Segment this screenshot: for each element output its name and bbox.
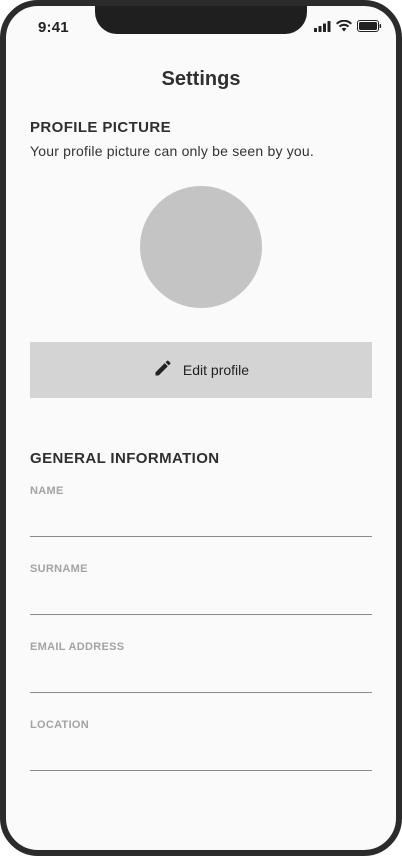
general-information-heading: GENERAL INFORMATION	[30, 450, 220, 467]
email-input[interactable]	[30, 657, 372, 693]
edit-profile-label: Edit profile	[182, 362, 250, 378]
battery-icon	[357, 20, 382, 32]
profile-picture-description: Your profile picture can only be seen by…	[30, 143, 314, 159]
pencil-icon	[153, 358, 173, 383]
page-title: Settings	[161, 68, 241, 90]
signal-icon	[314, 20, 331, 32]
edit-profile-button[interactable]: Edit profile	[30, 342, 372, 398]
name-label: NAME	[30, 485, 64, 497]
location-input[interactable]	[30, 735, 372, 771]
name-input[interactable]	[30, 501, 372, 537]
surname-field: SURNAME	[30, 563, 372, 615]
profile-picture-heading: PROFILE PICTURE	[30, 119, 172, 136]
avatar	[140, 186, 262, 308]
location-field: LOCATION	[30, 719, 372, 771]
device-notch	[95, 6, 307, 34]
name-field: NAME	[30, 485, 372, 537]
surname-input[interactable]	[30, 579, 372, 615]
surname-label: SURNAME	[30, 563, 88, 575]
status-icons	[314, 20, 382, 32]
phone-frame: 9:41 Settings PROFILE PICTURE Your profi…	[0, 0, 402, 856]
email-label: EMAIL ADDRESS	[30, 641, 125, 653]
email-field: EMAIL ADDRESS	[30, 641, 372, 693]
status-time: 9:41	[38, 19, 69, 36]
location-label: LOCATION	[30, 719, 90, 731]
wifi-icon	[336, 20, 352, 32]
